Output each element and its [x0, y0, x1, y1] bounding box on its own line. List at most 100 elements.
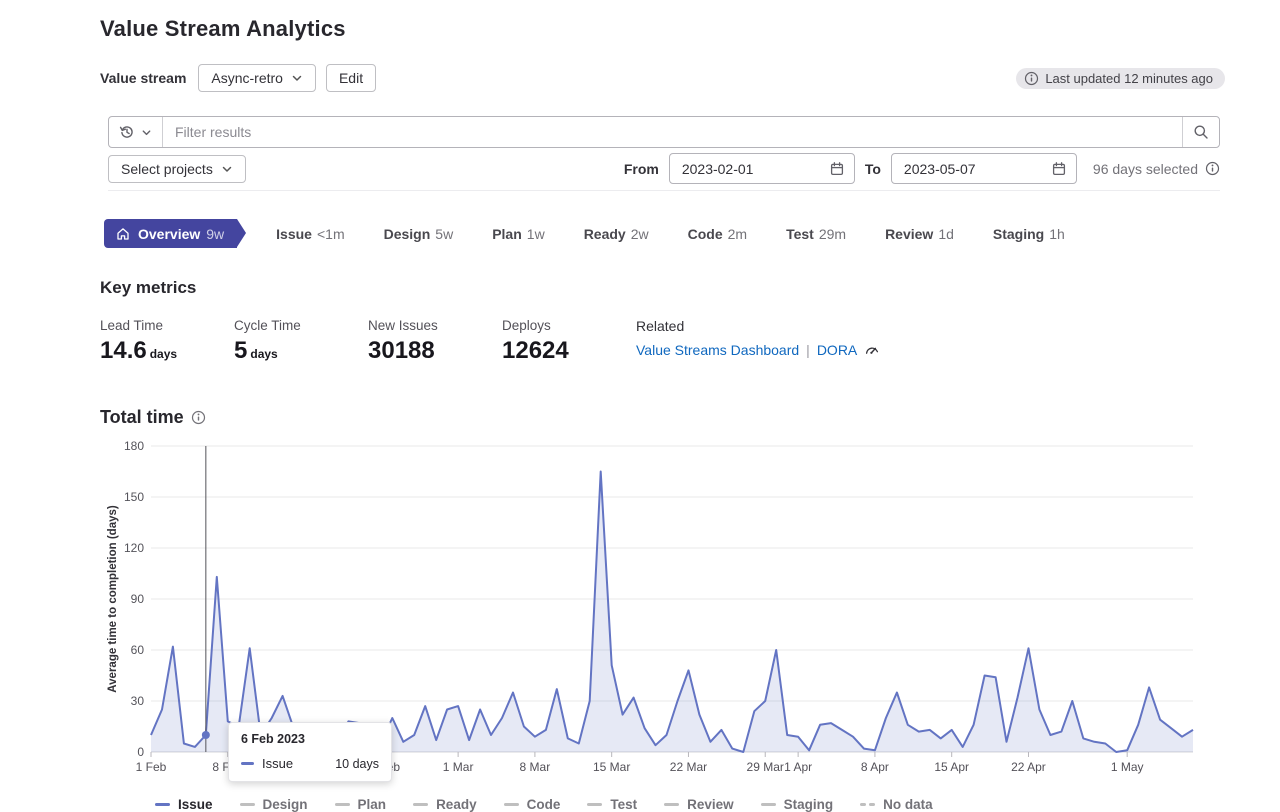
metric-label: New Issues — [368, 318, 501, 333]
svg-text:180: 180 — [124, 439, 144, 453]
stage-duration: 1d — [938, 226, 954, 242]
calendar-icon — [829, 161, 845, 177]
svg-text:120: 120 — [124, 541, 144, 555]
filter-section: Select projects From To 96 — [108, 116, 1220, 191]
stage-tab-code[interactable]: Code2m — [688, 226, 747, 242]
home-icon — [116, 227, 130, 241]
chart-legend: Issue Design Plan Ready Code Test Review Stagin… — [155, 797, 1225, 812]
tooltip-series-name: Issue — [262, 756, 293, 771]
edit-button[interactable]: Edit — [326, 64, 376, 92]
legend-item-no-data[interactable]: No data — [860, 797, 933, 812]
search-button[interactable] — [1182, 117, 1219, 147]
tooltip-value: 10 days — [335, 757, 379, 771]
link-separator: | — [806, 342, 810, 358]
value-stream-label: Value stream — [100, 70, 186, 86]
stage-duration: <1m — [317, 226, 345, 242]
chevron-down-icon — [141, 127, 152, 138]
stage-name: Plan — [492, 226, 522, 242]
stage-duration: 5w — [435, 226, 453, 242]
stage-tab-ready[interactable]: Ready2w — [584, 226, 649, 242]
svg-text:60: 60 — [131, 643, 145, 657]
stage-tab-staging[interactable]: Staging1h — [993, 226, 1065, 242]
stage-name: Code — [688, 226, 723, 242]
stage-tab-plan[interactable]: Plan 1w — [492, 226, 544, 242]
tooltip-series-marker — [241, 762, 254, 766]
to-label: To — [865, 161, 881, 177]
info-icon[interactable] — [1205, 161, 1220, 176]
legend-item-ready[interactable]: Ready — [413, 797, 477, 812]
last-updated-badge: Last updated 12 minutes ago — [1016, 68, 1225, 89]
value-stream-dropdown[interactable]: Async-retro — [198, 64, 316, 92]
link-dora[interactable]: DORA — [817, 342, 857, 358]
svg-text:22 Mar: 22 Mar — [670, 760, 707, 774]
svg-text:22 Apr: 22 Apr — [1011, 760, 1046, 774]
info-icon[interactable] — [191, 410, 206, 425]
stage-name: Design — [384, 226, 431, 242]
related-block: RelatedValue Streams Dashboard|DORA — [636, 318, 880, 365]
key-metrics-heading: Key metrics — [100, 278, 1225, 298]
legend-marker — [155, 803, 170, 807]
metric-unit: days — [250, 347, 277, 361]
related-links: Value Streams Dashboard | DORA — [636, 342, 880, 358]
chevron-down-icon — [291, 72, 303, 84]
stage-tab-test[interactable]: Test 29m — [786, 226, 846, 242]
legend-label: Plan — [358, 797, 387, 812]
svg-text:90: 90 — [131, 592, 145, 606]
legend-item-issue[interactable]: Issue — [155, 797, 213, 812]
legend-item-staging[interactable]: Staging — [761, 797, 834, 812]
svg-text:0: 0 — [137, 745, 144, 759]
filter-history-dropdown[interactable] — [109, 117, 163, 147]
value-stream-toolbar: Value stream Async-retro Edit Last updat… — [100, 64, 1225, 92]
metric-label: Deploys — [502, 318, 635, 333]
svg-text:1 Feb: 1 Feb — [136, 760, 167, 774]
svg-text:1 Apr: 1 Apr — [784, 760, 812, 774]
stage-duration: 29m — [819, 226, 846, 242]
metric-label: Cycle Time — [234, 318, 367, 333]
stage-tab-overview[interactable]: Overview 9w — [104, 219, 237, 248]
legend-label: Test — [610, 797, 637, 812]
metric-new-issues: New Issues 30188 — [368, 318, 501, 365]
series-area-issue — [151, 472, 1193, 753]
from-date-field — [669, 153, 855, 184]
days-selected-text: 96 days selected — [1093, 161, 1220, 177]
legend-item-design[interactable]: Design — [240, 797, 308, 812]
to-date-input[interactable] — [894, 161, 1051, 177]
legend-label: Design — [263, 797, 308, 812]
filter-results-input[interactable] — [163, 117, 1182, 147]
legend-item-code[interactable]: Code — [504, 797, 561, 812]
from-date-input[interactable] — [672, 161, 829, 177]
filter-searchbar — [108, 116, 1220, 148]
metric-value: 30188 — [368, 337, 501, 365]
stage-nav: Overview 9w Issue <1m Design5w Plan 1w Ready2w C… — [104, 219, 1225, 248]
legend-marker — [761, 803, 776, 807]
stage-tab-design[interactable]: Design5w — [384, 226, 454, 242]
stage-name: Overview — [138, 226, 200, 242]
link-value-streams-dashboard[interactable]: Value Streams Dashboard — [636, 342, 799, 358]
select-projects-dropdown[interactable]: Select projects — [108, 155, 246, 183]
stage-duration: 2w — [631, 226, 649, 242]
stage-duration: 1w — [527, 226, 545, 242]
metric-unit: days — [150, 347, 177, 361]
legend-item-plan[interactable]: Plan — [335, 797, 387, 812]
stage-tab-review[interactable]: Review 1d — [885, 226, 954, 242]
legend-marker — [504, 803, 519, 807]
days-selected-label: 96 days selected — [1093, 161, 1198, 177]
svg-text:30: 30 — [131, 694, 145, 708]
legend-label: Staging — [784, 797, 834, 812]
stage-tab-issue[interactable]: Issue <1m — [276, 226, 344, 242]
edit-button-label: Edit — [339, 70, 363, 86]
select-projects-label: Select projects — [121, 161, 213, 177]
metric-value: 12624 — [502, 337, 635, 365]
legend-item-test[interactable]: Test — [587, 797, 637, 812]
svg-text:8 Apr: 8 Apr — [861, 760, 889, 774]
stage-name: Review — [885, 226, 933, 242]
legend-label: Code — [527, 797, 561, 812]
from-label: From — [624, 161, 659, 177]
stage-duration: 9w — [206, 226, 224, 242]
legend-item-review[interactable]: Review — [664, 797, 734, 812]
tooltip-date: 6 Feb 2023 — [241, 732, 379, 746]
stage-name: Issue — [276, 226, 312, 242]
svg-text:150: 150 — [124, 490, 144, 504]
metric-cycle-time: Cycle Time5days — [234, 318, 367, 365]
stage-name: Test — [786, 226, 814, 242]
